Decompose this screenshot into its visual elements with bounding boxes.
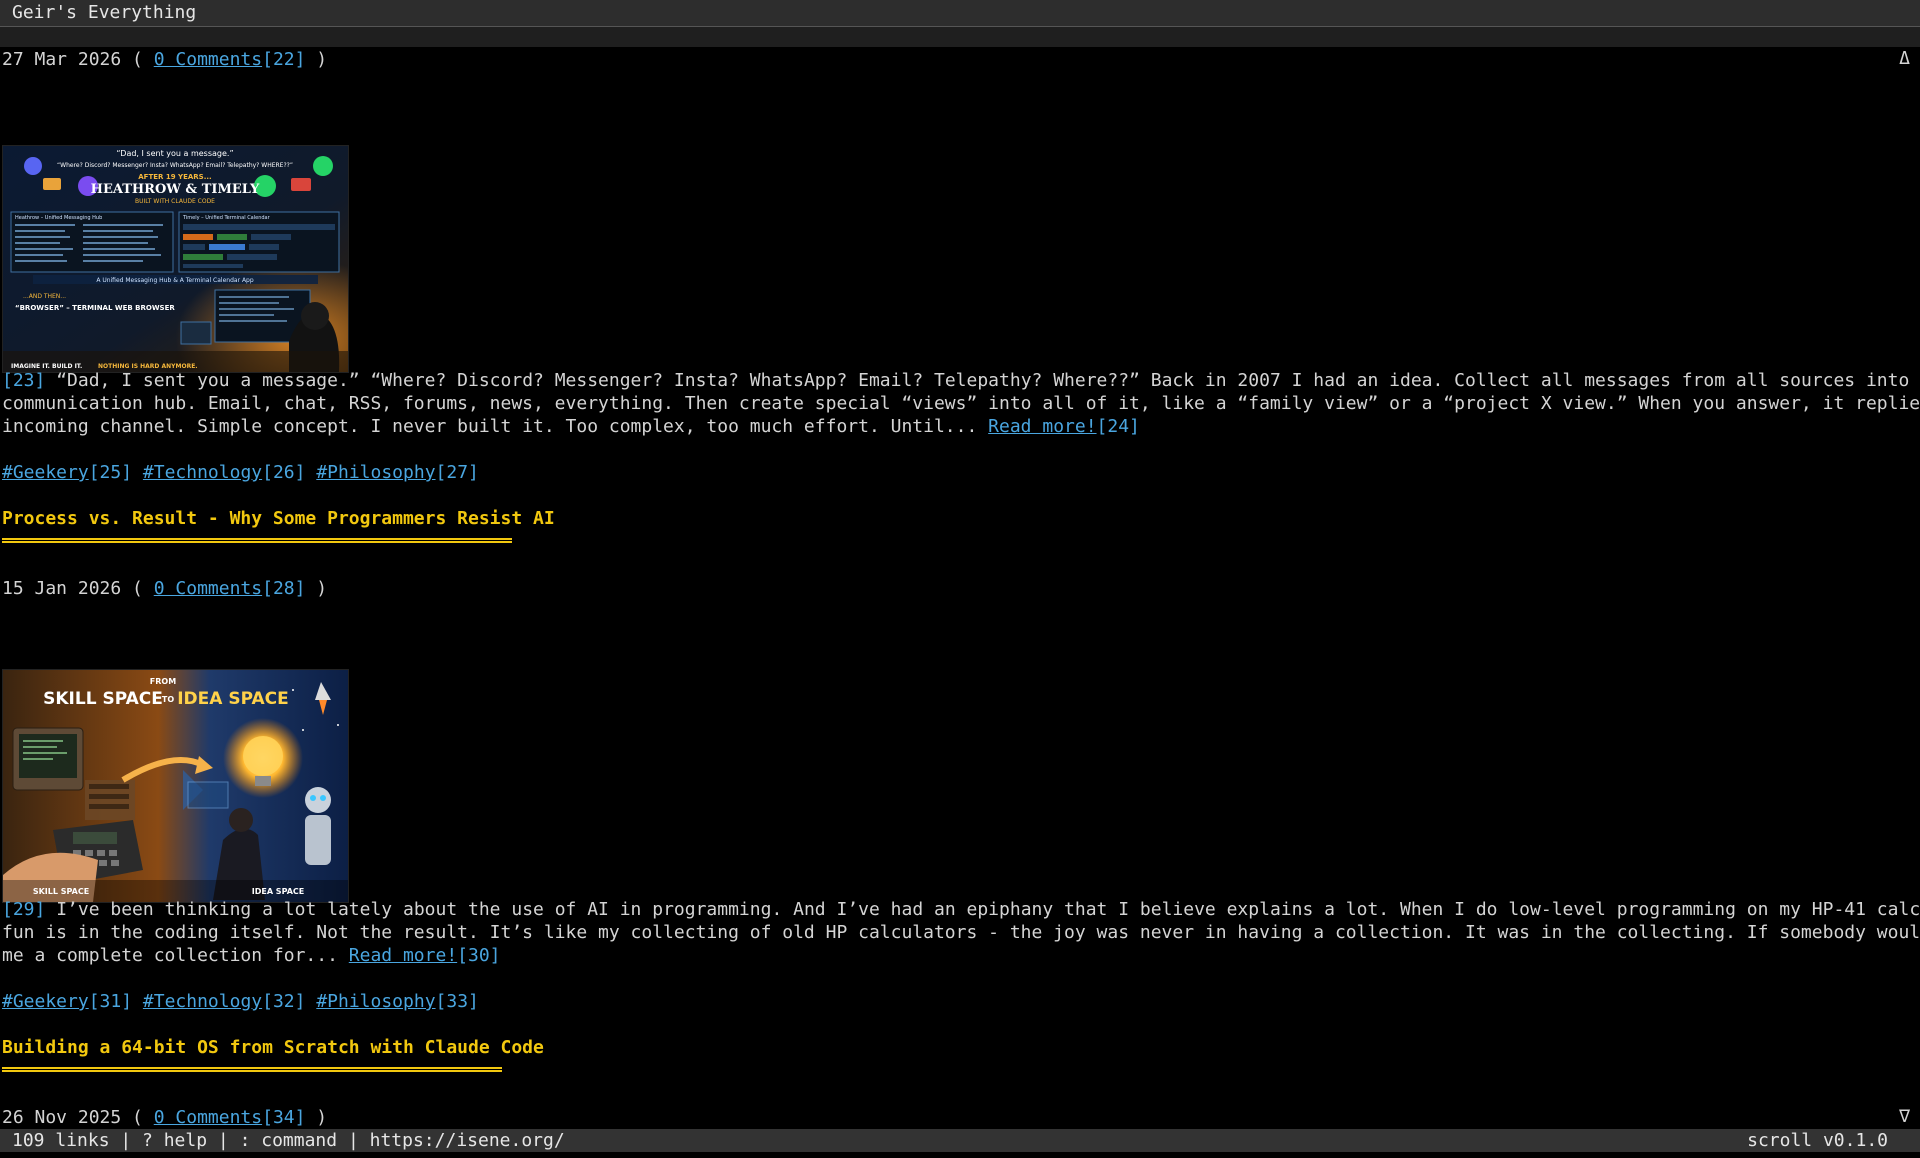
link-ref: [28] — [262, 578, 306, 599]
tag-link-technology[interactable]: #Technology — [143, 991, 262, 1012]
link-ref: [33] — [435, 991, 479, 1012]
excerpt-text: communication hub. Email, chat, RSS, for… — [2, 393, 1920, 414]
image-text: “Dad, I sent you a message.” — [116, 149, 233, 158]
bottom-margin — [0, 1152, 1920, 1158]
tag-line: #Geekery[25] #Technology[26] #Philosophy… — [2, 461, 479, 484]
post-excerpt-line: me a complete collection for... Read mor… — [2, 944, 501, 967]
link-ref: [24] — [1096, 416, 1140, 437]
comments-link[interactable]: 0 Comments — [154, 578, 262, 599]
link-ref: [32] — [262, 991, 306, 1012]
excerpt-text: “Dad, I sent you a message.” “Where? Dis… — [56, 370, 1920, 391]
image-text: “BROWSER” – TERMINAL WEB BROWSER — [15, 304, 175, 312]
tag-line: #Geekery[31] #Technology[32] #Philosophy… — [2, 990, 479, 1013]
post-title[interactable]: Building a 64-bit OS from Scratch with C… — [2, 1036, 544, 1059]
link-ref: [26] — [262, 462, 306, 483]
image-title: HEATHROW & TIMELY — [91, 182, 260, 197]
link-ref: [30] — [457, 945, 501, 966]
image-text: FROM — [150, 677, 176, 686]
tag-link-geekery[interactable]: #Geekery — [2, 991, 89, 1012]
post-excerpt-line: fun is in the coding itself. Not the res… — [2, 921, 1920, 944]
image-text: “Where? Discord? Messenger? Insta? Whats… — [57, 162, 293, 169]
post-date-line: 27 Mar 2026 ( 0 Comments[22] ) — [2, 49, 328, 70]
post-date: 27 Mar 2026 — [2, 49, 122, 70]
post-excerpt-line: incoming channel. Simple concept. I neve… — [2, 415, 1140, 438]
title-underline — [2, 538, 512, 543]
window-title-bar: Geir's Everything — [0, 0, 1920, 27]
link-ref: [22] — [262, 49, 306, 70]
comments-link[interactable]: 0 Comments — [154, 49, 262, 70]
heathrow-timely-illustration: “Dad, I sent you a message.” “Where? Dis… — [3, 146, 348, 372]
comments-link[interactable]: 0 Comments — [154, 1107, 262, 1128]
post-image-heathrow-timely[interactable]: “Dad, I sent you a message.” “Where? Dis… — [2, 145, 349, 373]
post-excerpt-line: [29] I’ve been thinking a lot lately abo… — [2, 898, 1920, 921]
version-label: scroll v0.1.0 — [1747, 1130, 1888, 1151]
post-title[interactable]: Process vs. Result - Why Some Programmer… — [2, 507, 555, 530]
page-content[interactable]: 27 Mar 2026 ( 0 Comments[22] ) “Dad, I s… — [0, 46, 1920, 1129]
excerpt-text: fun is in the coding itself. Not the res… — [2, 922, 1920, 943]
scroll-down-icon[interactable]: ∇ — [1899, 1106, 1910, 1127]
image-text: SKILL SPACE — [33, 887, 89, 896]
link-ref: [25] — [88, 462, 133, 483]
status-text: 109 links | ? help | : command | https:/… — [12, 1130, 565, 1151]
skill-idea-space-illustration: FROM SKILL SPACE TO IDEA SPACE SKILL SPA… — [3, 670, 348, 902]
image-title: SKILL SPACE — [43, 689, 163, 709]
excerpt-text: I’ve been thinking a lot lately about th… — [56, 899, 1920, 920]
image-text: A Unified Messaging Hub & A Terminal Cal… — [96, 277, 254, 284]
link-ref: [31] — [88, 991, 133, 1012]
post-date-line: 15 Jan 2026 ( 0 Comments[28] ) — [2, 578, 328, 599]
image-text: IDEA SPACE — [252, 887, 304, 896]
excerpt-text: me a complete collection for... — [2, 945, 349, 966]
post-excerpt-line: communication hub. Email, chat, RSS, for… — [2, 392, 1920, 415]
image-text: Heathrow – Unified Messaging Hub — [15, 215, 102, 221]
image-text: ...AND THEN... — [23, 293, 66, 300]
post-image-skill-idea-space[interactable]: FROM SKILL SPACE TO IDEA SPACE SKILL SPA… — [2, 669, 349, 903]
image-title: IDEA SPACE — [177, 689, 289, 709]
image-text: BUILT WITH CLAUDE CODE — [135, 198, 215, 205]
title-underline — [2, 1067, 502, 1072]
read-more-link[interactable]: Read more! — [988, 416, 1096, 437]
post-date: 15 Jan 2026 — [2, 578, 122, 599]
post-excerpt-line: [23] “Dad, I sent you a message.” “Where… — [2, 369, 1920, 392]
tag-link-philosophy[interactable]: #Philosophy — [316, 991, 435, 1012]
link-ref: [34] — [262, 1107, 306, 1128]
image-text: TO — [162, 695, 174, 704]
excerpt-text: incoming channel. Simple concept. I neve… — [2, 416, 989, 437]
post-date-line: 26 Nov 2025 ( 0 Comments[34] ) — [2, 1107, 328, 1128]
window-title: Geir's Everything — [12, 2, 197, 23]
status-bar: 109 links | ? help | : command | https:/… — [0, 1129, 1920, 1152]
image-text: AFTER 19 YEARS... — [138, 173, 211, 181]
post-date: 26 Nov 2025 — [2, 1107, 122, 1128]
tag-link-philosophy[interactable]: #Philosophy — [316, 462, 435, 483]
image-ref[interactable]: [29] — [2, 899, 45, 920]
image-text: Timely – Unified Terminal Calendar — [182, 215, 271, 221]
read-more-link[interactable]: Read more! — [349, 945, 457, 966]
title-bar-spacer — [0, 27, 1920, 47]
tag-link-technology[interactable]: #Technology — [143, 462, 262, 483]
tag-link-geekery[interactable]: #Geekery — [2, 462, 89, 483]
image-ref[interactable]: [23] — [2, 370, 45, 391]
link-ref: [27] — [435, 462, 479, 483]
